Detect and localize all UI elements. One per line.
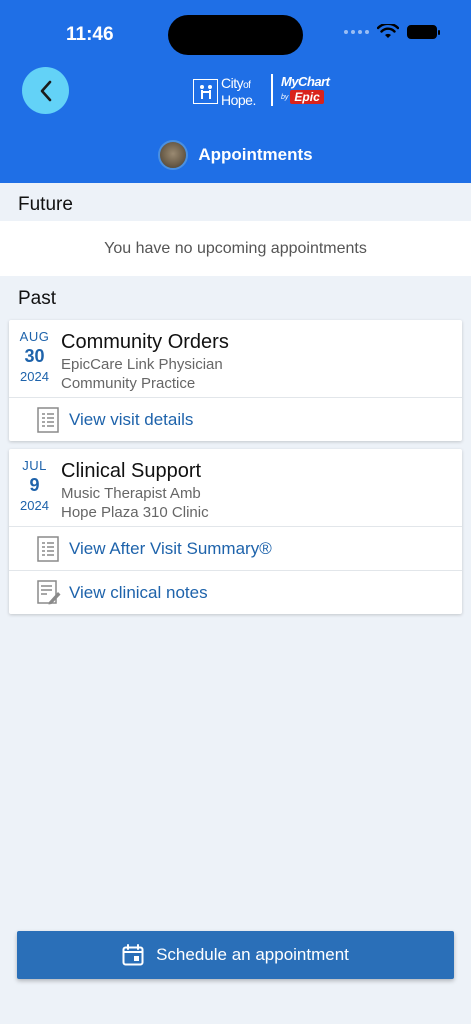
status-icons	[344, 24, 440, 40]
appointment-title: Community Orders	[61, 331, 229, 353]
view-visit-details-link[interactable]: View visit details	[9, 397, 462, 441]
appointment-location: Community Practice	[61, 375, 196, 392]
view-after-visit-summary-label: View After Visit Summary®	[69, 538, 272, 558]
view-clinical-notes-label: View clinical notes	[69, 582, 208, 602]
future-section-label: Future	[18, 194, 73, 215]
mychart-logo: MyChart by Epic	[281, 74, 341, 104]
appointment-day: 30	[24, 346, 45, 366]
battery-icon	[407, 25, 440, 39]
page-title-row: Appointments	[0, 140, 471, 170]
logo-of: of	[243, 80, 251, 91]
future-empty-text: You have no upcoming appointments	[104, 239, 367, 257]
appointment-month: JUL	[22, 458, 47, 473]
appointment-title: Clinical Support	[61, 460, 202, 482]
avatar[interactable]	[158, 140, 189, 170]
view-clinical-notes-link[interactable]: View clinical notes	[9, 570, 462, 614]
chevron-left-icon	[40, 80, 51, 101]
appointment-date: JUL 9 2024	[9, 458, 60, 513]
wifi-icon	[377, 24, 399, 38]
logo-city: City	[221, 75, 244, 91]
document-icon	[37, 407, 59, 433]
appointment-summary[interactable]: AUG 30 2024 Community Orders EpicCare Li…	[9, 320, 462, 397]
appointment-summary[interactable]: JUL 9 2024 Clinical Support Music Therap…	[9, 449, 462, 526]
status-time: 11:46	[66, 24, 114, 45]
note-edit-icon	[37, 580, 61, 605]
logo-epic-text: Epic	[290, 90, 324, 104]
logo-hope: Hope.	[221, 92, 256, 108]
appointment-card: JUL 9 2024 Clinical Support Music Therap…	[9, 449, 462, 614]
header: 11:46 Cityof Hope. MyChart by Epic Appoi…	[0, 0, 471, 183]
view-visit-details-label: View visit details	[69, 409, 194, 429]
page-title: Appointments	[198, 145, 313, 164]
schedule-appointment-button[interactable]: Schedule an appointment	[17, 931, 454, 979]
city-of-hope-mark-icon	[193, 79, 218, 104]
schedule-appointment-label: Schedule an appointment	[156, 945, 349, 964]
view-after-visit-summary-link[interactable]: View After Visit Summary®	[9, 526, 462, 570]
appointment-provider: Music Therapist Amb	[61, 485, 201, 502]
signal-icon	[344, 30, 369, 34]
appointment-month: AUG	[19, 329, 50, 344]
city-of-hope-logo: Cityof Hope.	[193, 76, 256, 107]
logo-mychart-text: MyChart	[281, 74, 330, 89]
dynamic-island	[168, 15, 303, 55]
appointment-year: 2024	[20, 369, 49, 384]
document-icon	[37, 536, 59, 562]
logo-by-text: by	[281, 93, 289, 101]
logo-divider	[271, 74, 273, 106]
appointment-day: 9	[29, 475, 40, 495]
appointment-card: AUG 30 2024 Community Orders EpicCare Li…	[9, 320, 462, 441]
future-empty-state: You have no upcoming appointments	[0, 221, 471, 276]
appointment-year: 2024	[20, 498, 49, 513]
appointment-location: Hope Plaza 310 Clinic	[61, 504, 209, 521]
past-section-label: Past	[18, 288, 57, 309]
calendar-icon	[122, 944, 144, 966]
appointment-provider: EpicCare Link Physician	[61, 356, 223, 373]
appointment-date: AUG 30 2024	[9, 329, 60, 384]
back-button[interactable]	[22, 67, 69, 114]
